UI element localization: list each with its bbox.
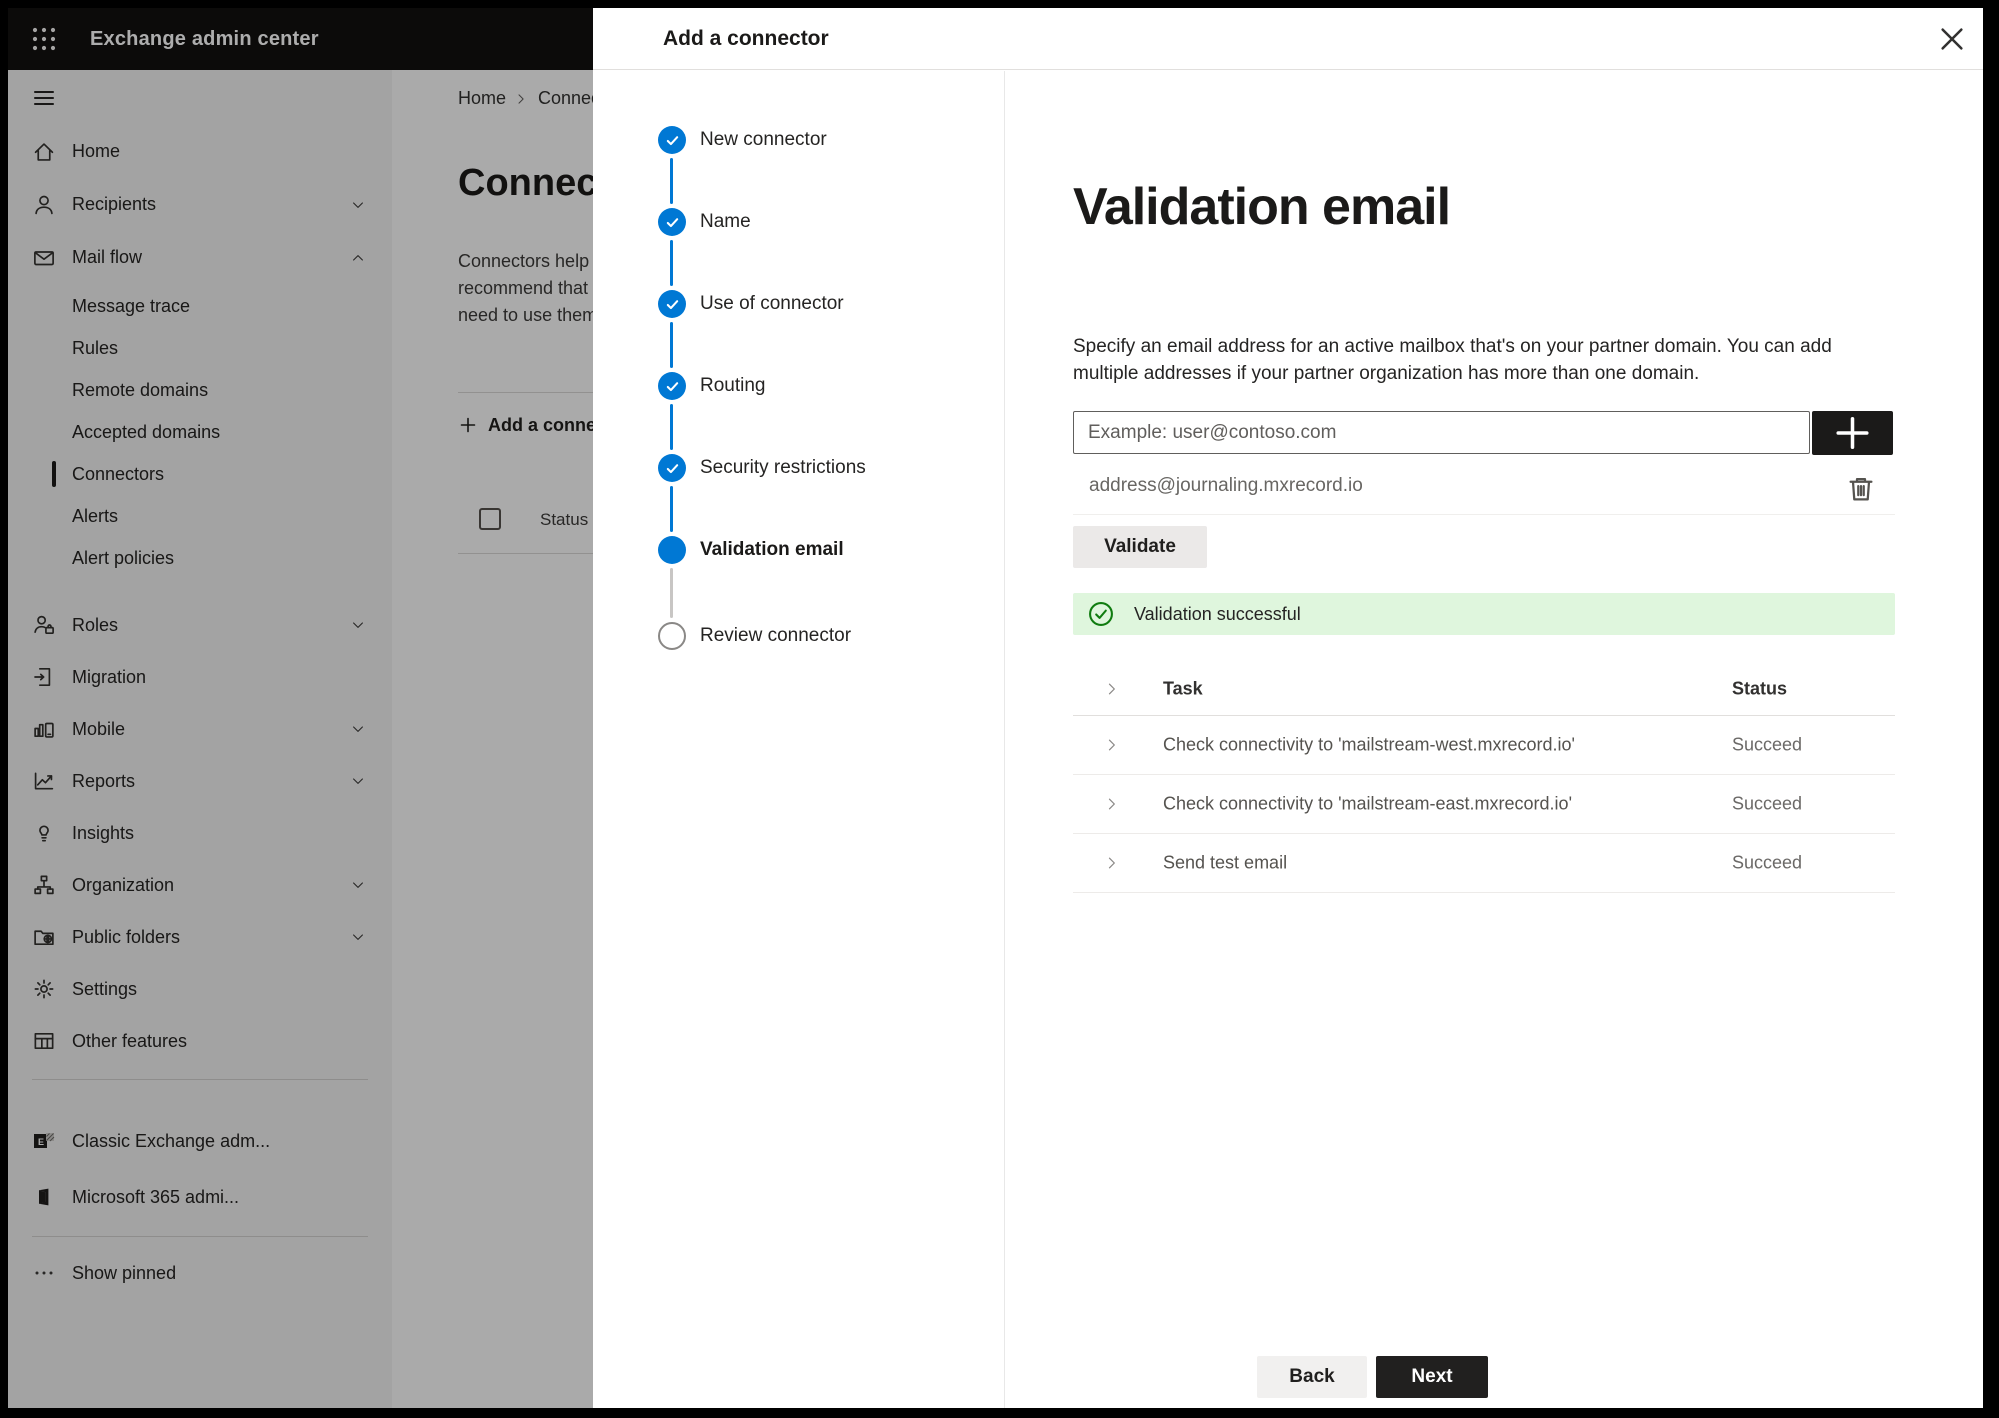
wizard-step-use-of-connector[interactable]: Use of connector [593, 290, 1004, 318]
table-row: Send test email Succeed [1073, 834, 1895, 893]
step-heading: Validation email [1073, 178, 1451, 236]
step-check-icon [658, 126, 686, 154]
add-connector-panel: Add a connector New connector Name Use of … [593, 8, 1983, 1408]
wizard-connector-line [670, 322, 673, 368]
panel-title: Add a connector [663, 27, 829, 50]
email-input[interactable] [1073, 411, 1810, 454]
task-column-header: Task [1163, 678, 1203, 698]
wizard-step-security-restrictions[interactable]: Security restrictions [593, 454, 1004, 482]
table-header-row: Task Status [1073, 662, 1895, 716]
wizard-step-label: Review connector [700, 625, 852, 646]
wizard-step-label: Routing [700, 375, 766, 396]
step-check-icon [658, 454, 686, 482]
step-check-icon [658, 372, 686, 400]
table-row: Check connectivity to 'mailstream-west.m… [1073, 716, 1895, 775]
wizard-steps: New connector Name Use of connector Routing… [593, 71, 1005, 1408]
task-cell: Check connectivity to 'mailstream-west.m… [1163, 734, 1575, 755]
close-icon[interactable] [1935, 22, 1969, 56]
email-input-row [1073, 411, 1895, 455]
step-description: Specify an email address for an active m… [1073, 333, 1832, 387]
wizard-connector-line [670, 158, 673, 204]
wizard-step-label: Use of connector [700, 293, 844, 314]
wizard-step-label: Security restrictions [700, 457, 866, 478]
wizard-connector-line [670, 404, 673, 450]
step-description-line: Specify an email address for an active m… [1073, 336, 1832, 357]
panel-header: Add a connector [593, 8, 1983, 70]
wizard-step-new-connector[interactable]: New connector [593, 126, 1004, 154]
added-address: address@journaling.mxrecord.io [1089, 475, 1363, 496]
panel-main: Validation email Specify an email addres… [1005, 71, 1983, 1408]
task-cell: Send test email [1163, 852, 1288, 873]
back-button[interactable]: Back [1257, 1356, 1367, 1398]
validation-success-banner: Validation successful [1073, 593, 1895, 635]
wizard-step-review-connector[interactable]: Review connector [593, 622, 1004, 650]
success-check-icon [1088, 601, 1114, 627]
app-root: Exchange admin center Home Recipients Mail… [8, 8, 1983, 1408]
next-button[interactable]: Next [1376, 1356, 1488, 1398]
expand-chevron-icon[interactable] [1106, 797, 1120, 811]
task-cell: Check connectivity to 'mailstream-east.m… [1163, 793, 1573, 814]
step-check-icon [658, 208, 686, 236]
wizard-connector-line [670, 568, 673, 618]
validate-button[interactable]: Validate [1073, 526, 1207, 568]
wizard-step-validation-email[interactable]: Validation email [593, 536, 1004, 564]
expand-chevron-icon[interactable] [1106, 856, 1120, 870]
wizard-step-label: Validation email [700, 539, 844, 560]
add-email-button[interactable] [1812, 411, 1893, 455]
wizard-step-name[interactable]: Name [593, 208, 1004, 236]
validation-results-table: Task Status Check connectivity to 'mailstr… [1073, 662, 1895, 893]
table-row: Check connectivity to 'mailstream-east.m… [1073, 775, 1895, 834]
step-current-icon [658, 536, 686, 564]
status-column-header: Status [1732, 678, 1788, 698]
step-check-icon [658, 290, 686, 318]
status-cell: Succeed [1732, 793, 1803, 814]
expand-chevron-icon[interactable] [1106, 682, 1120, 696]
wizard-step-label: Name [700, 211, 751, 232]
wizard-step-label: New connector [700, 129, 827, 150]
delete-address-button[interactable] [1845, 473, 1877, 505]
expand-chevron-icon[interactable] [1106, 738, 1120, 752]
wizard-connector-line [670, 486, 673, 532]
status-cell: Succeed [1732, 734, 1803, 755]
status-cell: Succeed [1732, 852, 1803, 873]
step-description-line: multiple addresses if your partner organ… [1073, 363, 1700, 384]
wizard-step-routing[interactable]: Routing [593, 372, 1004, 400]
step-upcoming-icon [658, 622, 686, 650]
wizard-connector-line [670, 240, 673, 286]
added-address-row: address@journaling.mxrecord.io [1073, 463, 1895, 515]
